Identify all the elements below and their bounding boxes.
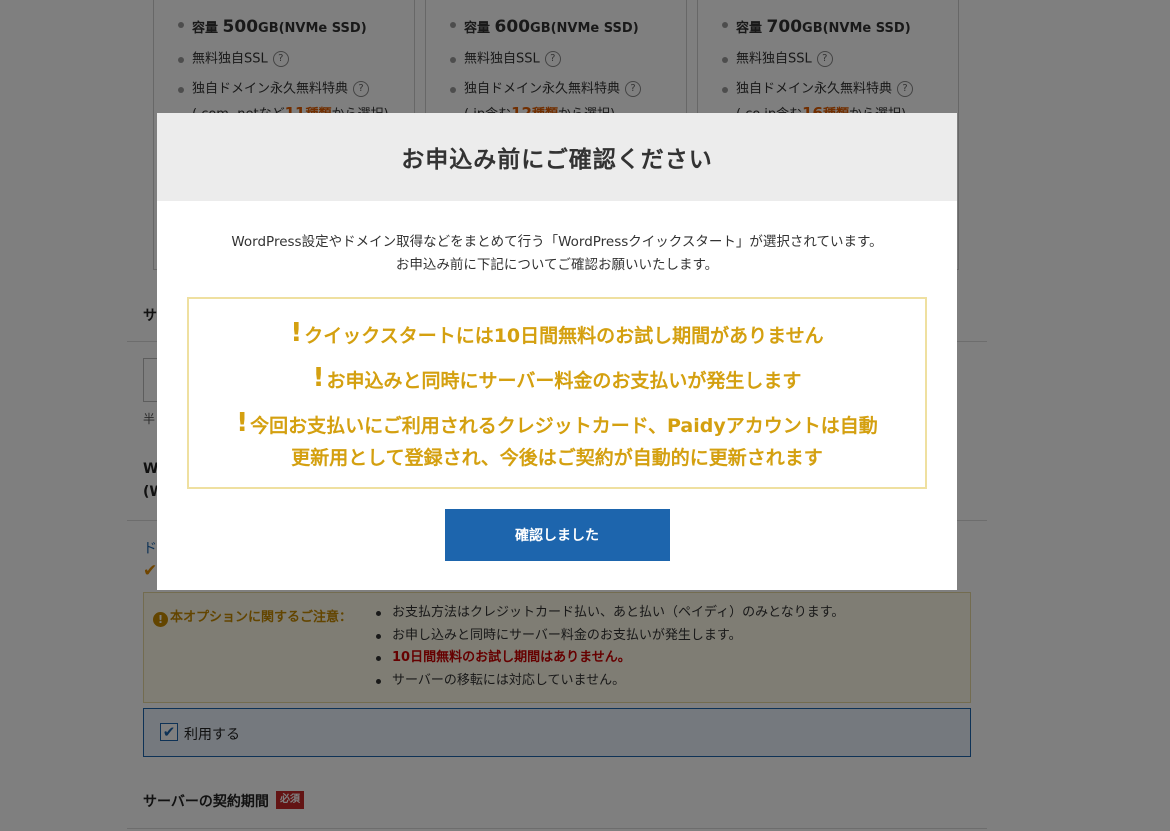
warning-item: ! クイックスタートには10日間無料のお試し期間がありません xyxy=(290,318,824,348)
modal-description: WordPress設定やドメイン取得などをまとめて行う「WordPressクイッ… xyxy=(157,231,957,277)
modal-desc-line1: WordPress設定やドメイン取得などをまとめて行う「WordPressクイッ… xyxy=(231,234,883,250)
modal-desc-line2: お申込み前に下記についてご確認お願いいたします。 xyxy=(395,257,719,273)
exclamation-icon: ! xyxy=(290,318,303,348)
exclamation-icon: ! xyxy=(312,363,325,393)
exclamation-icon: ! xyxy=(236,408,249,438)
modal-body: WordPress設定やドメイン取得などをまとめて行う「WordPressクイッ… xyxy=(157,201,957,561)
warning-item: ! お申込みと同時にサーバー料金のお支払いが発生します xyxy=(312,363,802,393)
warning-item: ! 今回お支払いにご利用されるクレジットカード、Paidyアカウントは自動 更新用と… xyxy=(236,408,878,469)
confirm-modal: お申込み前にご確認ください WordPress設定やドメイン取得などをまとめて行… xyxy=(157,113,957,590)
modal-header: お申込み前にご確認ください xyxy=(157,113,957,201)
confirm-button[interactable]: 確認しました xyxy=(444,509,670,561)
modal-title: お申込み前にご確認ください xyxy=(401,147,713,173)
warning-box: ! クイックスタートには10日間無料のお試し期間がありません ! お申込みと同時にサ… xyxy=(187,297,927,489)
